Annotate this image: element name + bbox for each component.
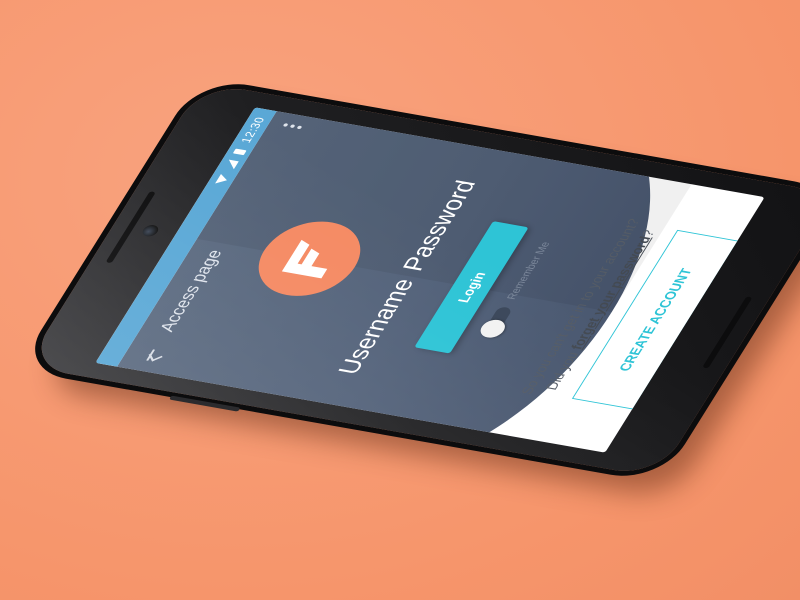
overflow-menu-icon[interactable] <box>282 123 303 130</box>
menu-dot <box>282 123 289 127</box>
phone: 12:30 Access page Username Password Logi… <box>25 82 800 478</box>
signal-icon <box>224 159 239 169</box>
phone-wrap: 12:30 Access page Username Password Logi… <box>0 0 800 600</box>
menu-dot <box>289 124 296 129</box>
menu-dot <box>296 125 303 130</box>
background: 12:30 Access page Username Password Logi… <box>0 0 800 600</box>
back-arrow-icon[interactable] <box>137 347 164 364</box>
battery-icon <box>232 148 247 155</box>
logo-f-glyph <box>281 239 328 279</box>
wifi-icon <box>214 173 230 185</box>
